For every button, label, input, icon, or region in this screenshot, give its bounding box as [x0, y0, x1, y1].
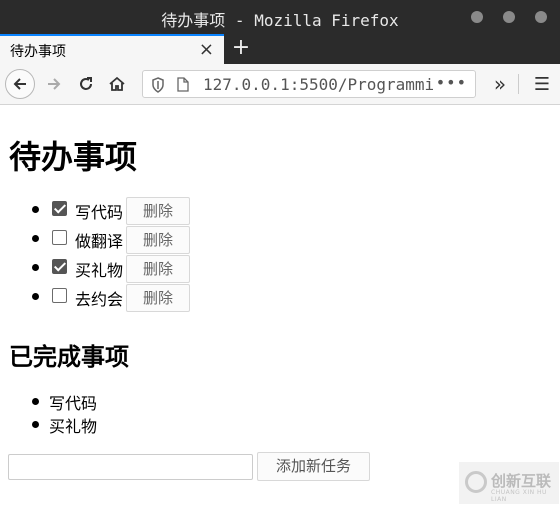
overflow-menu-button[interactable]: » — [486, 70, 514, 98]
delete-button[interactable]: 删除 — [126, 255, 190, 283]
delete-button[interactable]: 删除 — [126, 226, 190, 254]
watermark-subtext: CHUANG XIN HU LIAN — [491, 489, 547, 503]
window-titlebar: 待办事项 - Mozilla Firefox — [0, 0, 560, 34]
page-title: 待办事项 — [9, 138, 138, 176]
delete-button[interactable]: 删除 — [126, 284, 190, 312]
done-section-title: 已完成事项 — [9, 343, 129, 371]
navigation-toolbar: 127.0.0.1:5500/Programmi ••• » ☰ — [0, 64, 560, 105]
todo-text: 去约会 — [75, 290, 124, 309]
done-list-item: 写代码 — [0, 390, 200, 413]
url-bar[interactable]: 127.0.0.1:5500/Programmi ••• — [142, 70, 476, 98]
hamburger-menu-button[interactable]: ☰ — [528, 70, 556, 98]
delete-button[interactable]: 删除 — [126, 197, 190, 225]
tab-label: 待办事项 — [10, 44, 66, 60]
shield-icon[interactable] — [151, 77, 165, 93]
todo-checkbox[interactable] — [52, 259, 67, 274]
todo-text: 买礼物 — [75, 261, 124, 280]
todo-item: 做翻译 删除 — [0, 226, 220, 254]
close-window-button[interactable] — [535, 11, 547, 23]
reload-icon — [80, 77, 92, 90]
forward-button[interactable] — [40, 70, 68, 98]
home-button[interactable] — [103, 70, 131, 98]
bullet — [32, 398, 39, 405]
todo-text: 做翻译 — [75, 232, 124, 251]
todo-checkbox[interactable] — [52, 201, 67, 216]
watermark-logo: 创新互联 CHUANG XIN HU LIAN — [459, 462, 559, 504]
bullet — [32, 264, 39, 271]
reload-button[interactable] — [72, 70, 100, 98]
bullet — [32, 206, 39, 213]
page-content: 待办事项 写代码 删除 做翻译 删除 买礼物 删除 去约会 删除 已完成事项 写… — [0, 105, 560, 506]
maximize-button[interactable] — [503, 11, 515, 23]
bullet — [32, 421, 39, 428]
add-task-button[interactable]: 添加新任务 — [257, 452, 370, 481]
back-button[interactable] — [5, 69, 35, 99]
todo-item: 去约会 删除 — [0, 284, 220, 312]
todo-text: 写代码 — [75, 203, 124, 222]
home-icon — [109, 76, 125, 91]
watermark-text: 创新互联 — [491, 472, 552, 490]
todo-item: 写代码 删除 — [0, 197, 220, 225]
tab-strip: 待办事项 × + — [0, 34, 560, 64]
tab-todo[interactable]: 待办事项 × — [0, 34, 224, 64]
done-text: 买礼物 — [49, 417, 98, 436]
close-tab-icon[interactable]: × — [199, 39, 214, 60]
toolbar-divider — [518, 74, 519, 94]
minimize-button[interactable] — [471, 11, 483, 23]
new-task-input[interactable] — [8, 454, 253, 480]
todo-checkbox[interactable] — [52, 288, 67, 303]
todo-item: 买礼物 删除 — [0, 255, 220, 283]
bullet — [32, 235, 39, 242]
logo-icon — [465, 471, 487, 493]
url-text: 127.0.0.1:5500/Programmi — [203, 75, 433, 94]
done-list-item: 买礼物 — [0, 413, 200, 436]
done-text: 写代码 — [49, 394, 98, 413]
page-actions-icon[interactable]: ••• — [436, 73, 467, 92]
forward-arrow-icon — [48, 78, 61, 90]
new-tab-button[interactable]: + — [230, 34, 252, 64]
todo-checkbox[interactable] — [52, 230, 67, 245]
page-info-icon[interactable] — [177, 77, 189, 92]
bullet — [32, 293, 39, 300]
back-arrow-icon — [13, 78, 26, 90]
